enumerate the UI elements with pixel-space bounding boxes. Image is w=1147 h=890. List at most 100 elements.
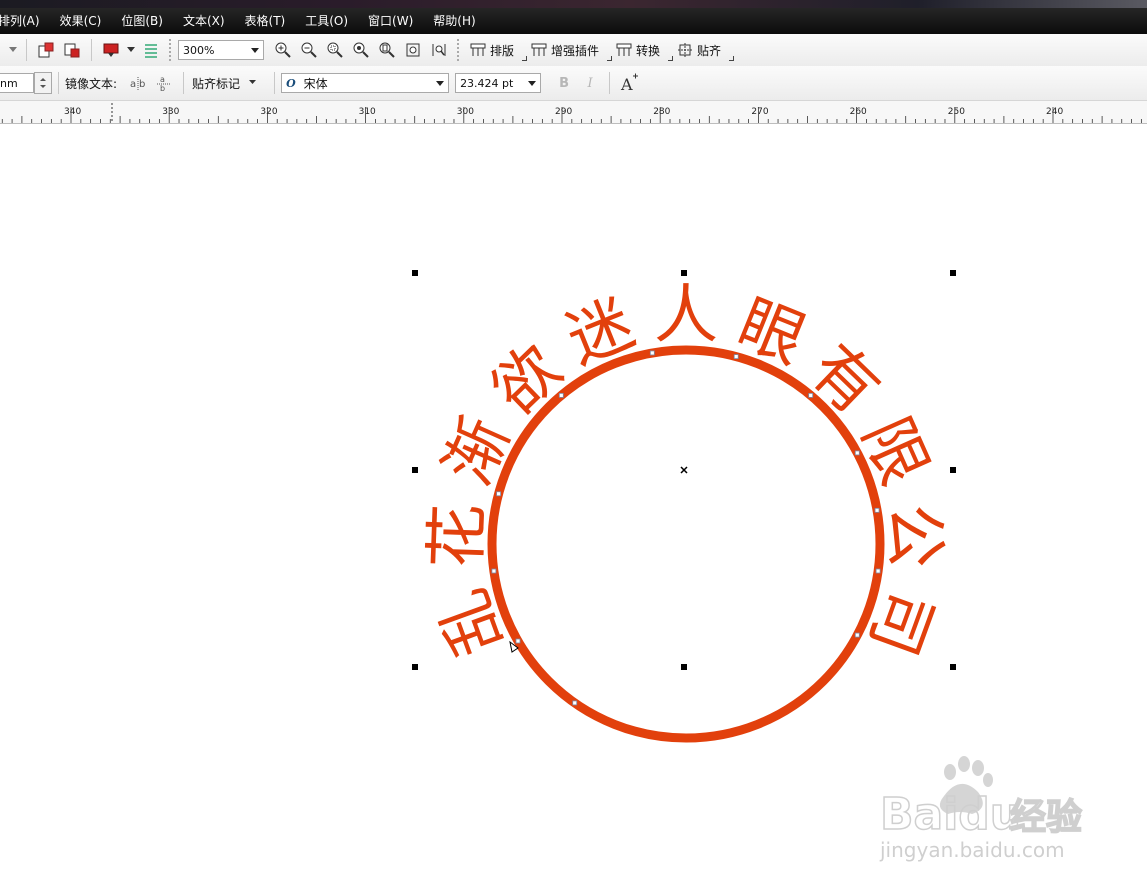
path-node [515, 638, 521, 644]
menu-table[interactable]: 表格(T) [235, 8, 296, 34]
menu-effects[interactable]: 效果(C) [50, 8, 112, 34]
zoom-to-page-height-icon[interactable] [428, 39, 450, 61]
menu-bitmaps[interactable]: 位图(B) [111, 8, 173, 34]
path-node [854, 450, 860, 456]
offset-input[interactable]: nm [0, 73, 34, 93]
arc-character: 花 [420, 503, 496, 570]
center-marker-icon [680, 466, 688, 474]
zoom-level-value: 300% [183, 43, 215, 57]
dropdown-chevron-icon[interactable] [8, 39, 18, 61]
toolbar-separator [274, 72, 276, 94]
menu-tools[interactable]: 工具(O) [295, 8, 358, 34]
ruler-label: 270 [751, 107, 768, 117]
arc-character: 人 [654, 279, 718, 353]
enhance-plugin-label: 增强插件 [551, 43, 600, 58]
path-node [733, 354, 739, 360]
ruler-label: 290 [555, 107, 572, 117]
path-node [649, 350, 655, 356]
mirror-horizontal-icon[interactable]: ab [127, 72, 149, 94]
path-node [854, 632, 860, 638]
font-family-value: 宋体 [303, 76, 328, 91]
font-size-select[interactable]: 23.424 pt [455, 73, 542, 93]
font-family-select[interactable]: O 宋体 [281, 73, 450, 93]
arc-character: 渐 [431, 407, 525, 496]
watermark-url: jingyan.baidu.com [879, 838, 1065, 862]
bold-icon[interactable]: B [553, 72, 575, 94]
layout-label: 排版 [490, 43, 515, 58]
toolbar-separator [58, 72, 59, 94]
selection-handle[interactable] [412, 467, 418, 473]
layout-icon [470, 43, 486, 56]
italic-icon[interactable]: I [579, 72, 601, 94]
svg-text:b: b [139, 79, 145, 90]
menu-arrange[interactable]: 排列(A) [0, 8, 50, 34]
path-node [491, 568, 497, 574]
menu-window[interactable]: 窗口(W) [358, 8, 423, 34]
horizontal-ruler[interactable]: 340 330 320 310 300 290 280 270 260 250 240 [0, 101, 1147, 124]
snap-label: 贴齐 [697, 43, 722, 58]
convert-icon [616, 43, 632, 56]
seal-ring[interactable] [487, 345, 885, 743]
baidu-watermark: Baidu 经验 jingyan.baidu.com [879, 756, 1083, 862]
import-icon[interactable] [35, 39, 57, 61]
layout-button[interactable]: 排版 [470, 42, 514, 59]
zoom-to-page-width-icon[interactable] [402, 39, 424, 61]
font-size-value: 23.424 pt [460, 76, 514, 90]
selection-handle[interactable] [950, 467, 956, 473]
svg-text:a: a [160, 75, 165, 84]
selection-handle[interactable] [950, 270, 956, 276]
snap-mark-dropdown[interactable]: 贴齐标记 [192, 75, 262, 92]
zoom-in-icon[interactable] [272, 39, 294, 61]
selection-handle[interactable] [681, 270, 687, 276]
toolbar-separator [183, 72, 185, 94]
zoom-to-all-objects-icon[interactable] [350, 39, 372, 61]
standard-toolbar: 300% 排版 增强插件 转换 贴齐 [0, 34, 1147, 67]
character-formatting-icon[interactable]: A [618, 72, 640, 94]
toolbar-grip [169, 39, 173, 61]
path-node [875, 568, 881, 574]
ruler-label: 300 [457, 107, 474, 117]
offset-value: nm [0, 76, 18, 90]
zoom-to-page-icon[interactable] [376, 39, 398, 61]
options-list-icon[interactable] [140, 39, 162, 61]
drawing-canvas[interactable]: 乱花渐欲迷人眼有限公司 Baidu 经验 jingyan.baidu.com [0, 124, 1147, 887]
selection-handle[interactable] [412, 270, 418, 276]
ruler-label: 340 [64, 107, 81, 117]
chevron-down-icon [249, 80, 257, 84]
path-node [558, 392, 564, 398]
offset-spinner[interactable] [34, 72, 52, 94]
snap-button[interactable]: 贴齐 [677, 42, 721, 59]
arc-character: 有 [796, 331, 893, 429]
convert-button[interactable]: 转换 [616, 42, 660, 59]
watermark-brand: Baidu [880, 789, 1021, 840]
ruler-label: 250 [948, 107, 965, 117]
ruler-label: 330 [162, 107, 179, 117]
watermark-brand-cn: 经验 [1010, 797, 1082, 838]
path-node [874, 507, 880, 513]
ruler-label: 280 [653, 107, 670, 117]
export-icon[interactable] [61, 39, 83, 61]
enhance-plugin-button[interactable]: 增强插件 [531, 42, 599, 59]
selection-handle[interactable] [681, 664, 687, 670]
menu-text[interactable]: 文本(X) [173, 8, 235, 34]
zoom-to-selection-icon[interactable] [324, 39, 346, 61]
toolbar-separator [609, 72, 611, 94]
ruler-label: 310 [359, 107, 376, 117]
selection-handle[interactable] [950, 664, 956, 670]
mirror-vertical-icon[interactable]: ab [153, 72, 175, 94]
application-launcher-icon[interactable] [100, 39, 122, 61]
artwork: 乱花渐欲迷人眼有限公司 Baidu 经验 jingyan.baidu.com [412, 270, 1083, 862]
selection-handle[interactable] [412, 664, 418, 670]
menu-help[interactable]: 帮助(H) [423, 8, 485, 34]
snap-mark-label: 贴齐标记 [192, 76, 241, 91]
ruler-label: 260 [850, 107, 867, 117]
ruler-scale: 340 330 320 310 300 290 280 270 260 250 240 [1, 103, 1142, 123]
zoom-level-select[interactable]: 300% [178, 40, 264, 60]
zoom-out-icon[interactable] [298, 39, 320, 61]
convert-label: 转换 [636, 43, 661, 58]
mirror-text-label: 镜像文本: [65, 76, 118, 91]
path-node [808, 392, 814, 398]
snap-icon [678, 43, 693, 57]
launcher-dropdown-icon[interactable] [126, 39, 136, 61]
svg-text:a: a [130, 79, 136, 90]
